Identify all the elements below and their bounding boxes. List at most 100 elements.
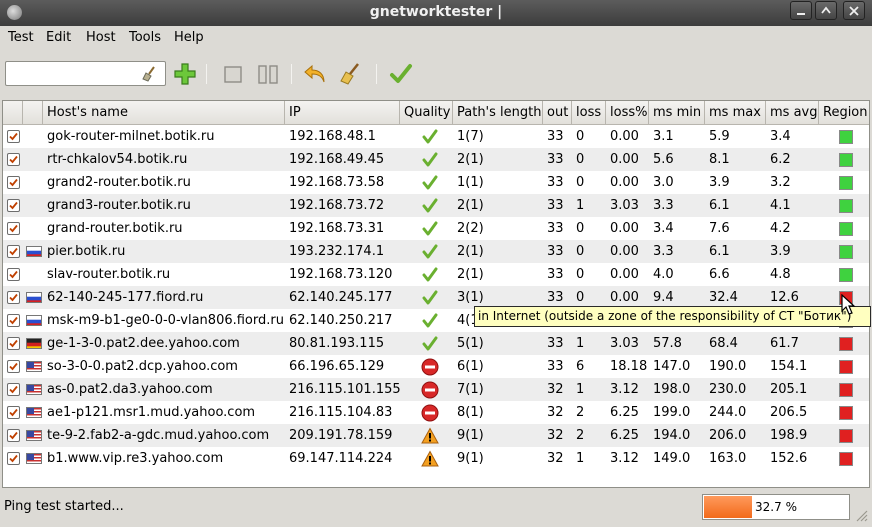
- cell-loss: 1: [576, 336, 585, 351]
- quality-good-icon: [421, 243, 439, 261]
- add-icon[interactable]: [172, 61, 198, 87]
- cell-ms-max: 244.0: [709, 405, 747, 420]
- pause-icon[interactable]: [255, 61, 281, 87]
- column-header-loss[interactable]: loss: [572, 101, 606, 125]
- checkmark-icon: [9, 362, 18, 371]
- cell-ms-max: 163.0: [709, 451, 747, 466]
- host-entry[interactable]: [5, 61, 166, 86]
- checkmark-icon: [9, 178, 18, 187]
- minimize-button[interactable]: [790, 1, 812, 20]
- menu-host[interactable]: Host: [86, 30, 116, 45]
- row-checkbox[interactable]: [7, 222, 20, 235]
- row-checkbox[interactable]: [7, 291, 20, 304]
- undo-icon[interactable]: [302, 61, 328, 87]
- cell-ip: 80.81.193.115: [289, 336, 385, 351]
- row-checkbox[interactable]: [7, 383, 20, 396]
- check-icon[interactable]: [388, 61, 414, 87]
- quality-bad-icon: [421, 404, 439, 422]
- cell-ip: 192.168.73.58: [289, 175, 385, 190]
- table-row[interactable]: pier.botik.ru 193.232.174.1 2(1) 33 0 0.00 3.3…: [3, 240, 869, 263]
- column-header-loss-pct[interactable]: loss%: [606, 101, 649, 125]
- column-header-flag[interactable]: [23, 101, 43, 125]
- cell-ip: 69.147.114.224: [289, 451, 393, 466]
- table-row[interactable]: grand-router.botik.ru 192.168.73.31 2(2) 33…: [3, 217, 869, 240]
- row-checkbox[interactable]: [7, 268, 20, 281]
- table-row[interactable]: grand2-router.botik.ru 192.168.73.58 1(1) 3…: [3, 171, 869, 194]
- quality-warning-icon: [421, 450, 439, 468]
- table-row[interactable]: rtr-chkalov54.botik.ru 192.168.49.45 2(1) 3…: [3, 148, 869, 171]
- column-header-region[interactable]: Region: [819, 101, 869, 125]
- cell-host-name: msk-m9-b1-ge0-0-0-vlan806.fiord.ru: [47, 313, 284, 328]
- table-row[interactable]: grand3-router.botik.ru 192.168.73.72 2(1) 3…: [3, 194, 869, 217]
- checkmark-icon: [9, 339, 18, 348]
- row-checkbox[interactable]: [7, 245, 20, 258]
- column-header-quality[interactable]: Quality: [400, 101, 453, 125]
- hosts-table[interactable]: Host's name IP Quality Path's length out…: [2, 100, 870, 488]
- host-input[interactable]: [10, 63, 140, 84]
- row-checkbox[interactable]: [7, 337, 20, 350]
- menu-tools[interactable]: Tools: [129, 30, 161, 45]
- cell-out: 33: [547, 359, 564, 374]
- checkmark-icon: [9, 132, 18, 141]
- row-checkbox[interactable]: [7, 452, 20, 465]
- table-row[interactable]: so-3-0-0.pat2.dcp.yahoo.com 66.196.65.129…: [3, 355, 869, 378]
- cell-loss: 0: [576, 175, 585, 190]
- menu-help[interactable]: Help: [174, 30, 204, 45]
- region-green-indicator: [839, 245, 853, 259]
- table-row[interactable]: ge-1-3-0.pat2.dee.yahoo.com 80.81.193.115…: [3, 332, 869, 355]
- table-row[interactable]: gok-router-milnet.botik.ru 192.168.48.1 1(…: [3, 125, 869, 148]
- cell-host-name: rtr-chkalov54.botik.ru: [47, 152, 188, 167]
- row-checkbox[interactable]: [7, 406, 20, 419]
- stop-icon[interactable]: [220, 61, 246, 87]
- table-row[interactable]: slav-router.botik.ru 192.168.73.120 2(1) 33…: [3, 263, 869, 286]
- column-header-check[interactable]: [3, 101, 23, 125]
- checkmark-icon: [9, 247, 18, 256]
- table-row[interactable]: b1.www.vip.re3.yahoo.com 69.147.114.224 9(…: [3, 447, 869, 470]
- table-row[interactable]: ae1-p121.msr1.mud.yahoo.com 216.115.104.8…: [3, 401, 869, 424]
- menu-test[interactable]: Test: [8, 30, 34, 45]
- cell-loss: 1: [576, 451, 585, 466]
- flag-us-icon: [26, 407, 42, 418]
- row-checkbox[interactable]: [7, 153, 20, 166]
- column-header-ip[interactable]: IP: [285, 101, 400, 125]
- clear-icon[interactable]: [338, 61, 364, 87]
- column-header-out[interactable]: out: [543, 101, 572, 125]
- cell-ip: 62.140.250.217: [289, 313, 393, 328]
- broom-icon[interactable]: [141, 65, 159, 83]
- menu-edit[interactable]: Edit: [46, 30, 71, 45]
- table-row[interactable]: as-0.pat2.da3.yahoo.com 216.115.101.155 7(…: [3, 378, 869, 401]
- flag-ru-icon: [26, 315, 42, 326]
- cell-ip: 216.115.104.83: [289, 405, 393, 420]
- cell-loss-pct: 3.03: [610, 336, 639, 351]
- row-checkbox[interactable]: [7, 176, 20, 189]
- row-checkbox[interactable]: [7, 199, 20, 212]
- checkmark-icon: [9, 293, 18, 302]
- close-icon: [849, 6, 859, 16]
- cell-ms-max: 3.9: [709, 175, 730, 190]
- column-header-name[interactable]: Host's name: [43, 101, 285, 125]
- cell-out: 33: [547, 267, 564, 282]
- cell-ms-max: 6.6: [709, 267, 730, 282]
- cell-ms-min: 194.0: [653, 428, 691, 443]
- cell-ms-avg: 3.2: [770, 175, 791, 190]
- close-button[interactable]: [843, 1, 865, 20]
- quality-good-icon: [421, 128, 439, 146]
- flag-us-icon: [26, 384, 42, 395]
- cell-ip: 216.115.101.155: [289, 382, 400, 397]
- maximize-button[interactable]: [815, 1, 837, 20]
- cell-ms-max: 6.1: [709, 244, 730, 259]
- row-checkbox[interactable]: [7, 360, 20, 373]
- column-header-ms-min[interactable]: ms min: [649, 101, 705, 125]
- resize-grip-icon[interactable]: [854, 508, 868, 522]
- cell-ms-avg: 3.9: [770, 244, 791, 259]
- column-header-ms-max[interactable]: ms max: [705, 101, 766, 125]
- cell-ms-min: 4.0: [653, 267, 674, 282]
- row-checkbox[interactable]: [7, 130, 20, 143]
- region-red-indicator: [839, 337, 853, 351]
- table-row[interactable]: te-9-2.fab2-a-gdc.mud.yahoo.com 209.191.7…: [3, 424, 869, 447]
- cell-host-name: grand2-router.botik.ru: [47, 175, 191, 190]
- column-header-path-length[interactable]: Path's length: [453, 101, 543, 125]
- column-header-ms-avg[interactable]: ms avg: [766, 101, 819, 125]
- row-checkbox[interactable]: [7, 429, 20, 442]
- row-checkbox[interactable]: [7, 314, 20, 327]
